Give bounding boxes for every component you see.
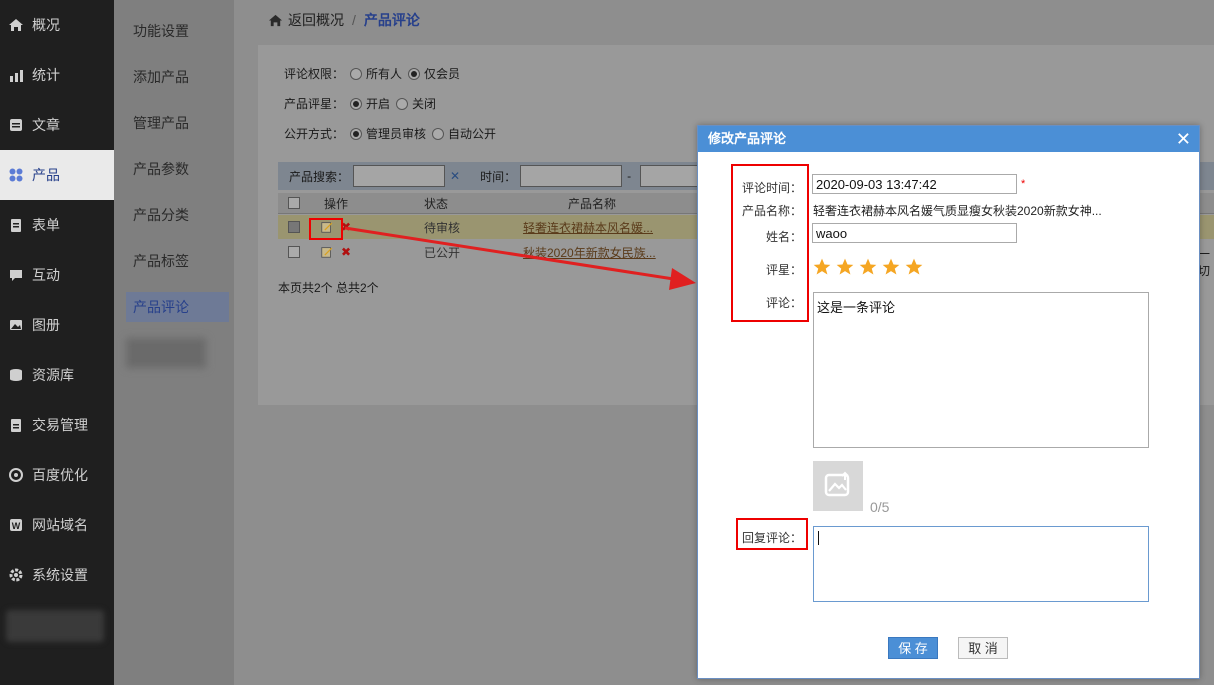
labels-highlight-box — [731, 164, 809, 322]
edit-review-dialog: 修改产品评论 ✕ 评论时间： 2020-09-03 13:47:42 * 产品名… — [697, 125, 1200, 679]
star-icon[interactable] — [904, 257, 924, 277]
star-icon[interactable] — [835, 257, 855, 277]
text-cursor — [818, 531, 819, 545]
rating-stars[interactable] — [812, 257, 927, 277]
star-icon[interactable] — [812, 257, 832, 277]
image-count: 0/5 — [870, 499, 890, 515]
star-icon[interactable] — [881, 257, 901, 277]
comment-textarea[interactable]: 这是一条评论 — [813, 292, 1149, 448]
required-mark: * — [1021, 178, 1026, 190]
name-field[interactable]: waoo — [812, 223, 1017, 243]
close-icon[interactable]: ✕ — [1176, 126, 1191, 152]
product-name-value: 轻奢连衣裙赫本风名媛气质显瘦女秋装2020新款女神... — [813, 204, 1102, 218]
reply-textarea[interactable] — [813, 526, 1149, 602]
time-field[interactable]: 2020-09-03 13:47:42 — [812, 174, 1017, 194]
image-upload-icon — [823, 470, 853, 503]
dialog-title: 修改产品评论 — [708, 131, 787, 146]
star-icon[interactable] — [858, 257, 878, 277]
save-button[interactable]: 保 存 — [888, 637, 938, 659]
cancel-button[interactable]: 取 消 — [958, 637, 1008, 659]
dialog-header: 修改产品评论 ✕ — [698, 126, 1199, 152]
upload-image-button[interactable] — [813, 461, 863, 511]
reply-label-highlight-box — [736, 518, 808, 550]
